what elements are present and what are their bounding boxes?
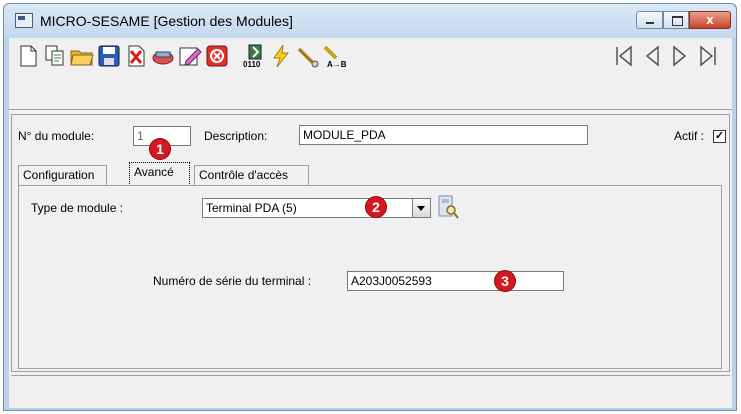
- toolbar-separator: [9, 109, 732, 110]
- next-record-icon[interactable]: [669, 44, 691, 68]
- module-type-value: Terminal PDA (5): [206, 201, 297, 215]
- active-checkbox[interactable]: ✓: [713, 130, 726, 143]
- close-button[interactable]: x: [689, 11, 731, 29]
- module-panel: N° du module: 1 Description: MODULE_PDA …: [11, 114, 730, 372]
- module-number-label: N° du module:: [18, 129, 95, 143]
- edit-icon[interactable]: [177, 43, 203, 69]
- tab-avance[interactable]: Avancé: [129, 162, 190, 186]
- tab-configuration[interactable]: Configuration: [18, 165, 107, 185]
- title-bar: MICRO-SESAME [Gestion des Modules] x: [4, 4, 736, 38]
- svg-text:0110: 0110: [243, 60, 261, 69]
- client-area: 0110 A→B N° du module: 1 Description: MO…: [9, 38, 732, 408]
- save-icon[interactable]: [96, 43, 122, 69]
- last-record-icon[interactable]: [697, 44, 719, 68]
- status-bar: [11, 375, 730, 406]
- description-label: Description:: [204, 129, 268, 143]
- open-folder-icon[interactable]: [69, 43, 95, 69]
- module-type-select[interactable]: Terminal PDA (5): [202, 198, 431, 218]
- lightning-icon[interactable]: [268, 43, 294, 69]
- previous-record-icon[interactable]: [641, 44, 663, 68]
- new-icon[interactable]: [15, 43, 41, 69]
- marker-3: 3: [495, 271, 515, 291]
- window-title: MICRO-SESAME [Gestion des Modules]: [40, 13, 293, 29]
- copy-icon[interactable]: [42, 43, 68, 69]
- transfer-icon[interactable]: A→B: [322, 43, 348, 69]
- tab-controle-acces[interactable]: Contrôle d'accès: [194, 165, 309, 185]
- search-module-icon[interactable]: [436, 194, 460, 220]
- serial-number-field[interactable]: A203J0052593: [347, 271, 564, 291]
- svg-text:A→B: A→B: [327, 60, 347, 69]
- maximize-button[interactable]: [663, 11, 689, 29]
- marker-2: 2: [366, 197, 386, 217]
- minimize-button[interactable]: [636, 11, 663, 29]
- main-window: MICRO-SESAME [Gestion des Modules] x 011…: [3, 3, 737, 411]
- delete-icon[interactable]: [123, 43, 149, 69]
- cancel-icon[interactable]: [204, 43, 230, 69]
- binary-icon[interactable]: 0110: [241, 43, 267, 69]
- link-icon[interactable]: [150, 43, 176, 69]
- marker-1: 1: [150, 139, 170, 159]
- app-icon: [15, 13, 33, 28]
- description-field[interactable]: MODULE_PDA: [299, 125, 588, 145]
- advanced-tab-page: Type de module : Terminal PDA (5) 2 Numé…: [18, 185, 722, 369]
- wand-icon[interactable]: [295, 43, 321, 69]
- toolbar: 0110 A→B: [9, 38, 732, 76]
- first-record-icon[interactable]: [613, 44, 635, 68]
- active-label: Actif :: [674, 129, 705, 143]
- module-type-label: Type de module :: [31, 201, 124, 215]
- serial-number-label: Numéro de série du terminal :: [153, 274, 312, 288]
- chevron-down-icon[interactable]: [412, 199, 430, 217]
